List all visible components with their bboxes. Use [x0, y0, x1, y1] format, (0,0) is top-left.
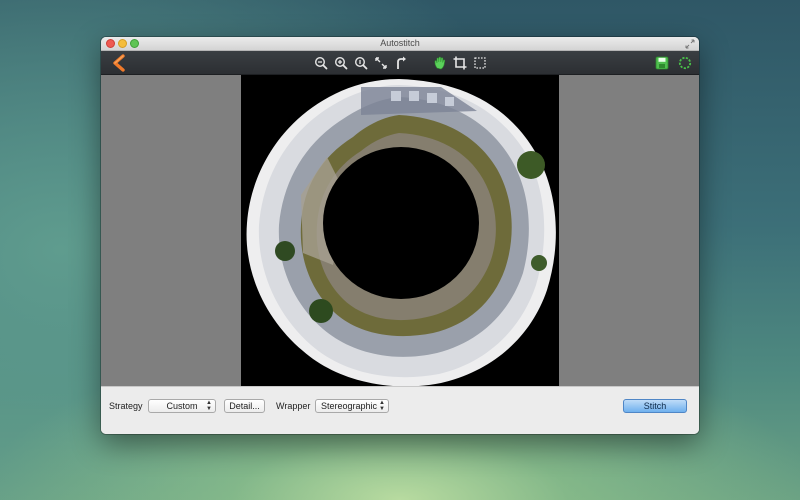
rotate-icon[interactable]	[393, 55, 409, 71]
title-bar: Autostitch	[101, 37, 699, 51]
select-arrows-icon: ▲ ▼	[206, 400, 212, 412]
back-arrow-icon[interactable]	[111, 54, 129, 72]
detail-button[interactable]: Detail...	[224, 399, 265, 413]
wrapper-select[interactable]: Stereographic ▲ ▼	[315, 399, 389, 413]
zoom-actual-icon[interactable]	[353, 55, 369, 71]
fullscreen-icon[interactable]	[685, 39, 695, 49]
stereographic-panorama-image	[246, 79, 556, 387]
strategy-select[interactable]: Custom ▲ ▼	[148, 399, 216, 413]
image-canvas[interactable]	[101, 75, 699, 424]
crop-icon[interactable]	[452, 55, 468, 71]
hand-tool-icon[interactable]	[432, 55, 448, 71]
selection-icon[interactable]	[472, 55, 488, 71]
toolbar	[101, 51, 699, 75]
select-arrows-icon: ▲ ▼	[379, 400, 385, 412]
strategy-select-value: Custom	[166, 401, 198, 411]
wrapper-label: Wrapper	[276, 401, 311, 411]
progress-ring-icon	[678, 56, 692, 70]
zoom-in-icon[interactable]	[333, 55, 349, 71]
save-icon[interactable]	[654, 55, 670, 71]
bottom-controls: Strategy Custom ▲ ▼ Detail... Wrapper Ste…	[101, 386, 699, 434]
fit-screen-icon[interactable]	[373, 55, 389, 71]
stitch-button[interactable]: Stitch	[623, 399, 687, 413]
app-window: Autostitch Strategy Custom ▲ ▼ Detail...…	[101, 37, 699, 434]
wrapper-select-value: Stereographic	[320, 401, 378, 411]
zoom-out-icon[interactable]	[313, 55, 329, 71]
strategy-label: Strategy	[109, 401, 143, 411]
window-title: Autostitch	[380, 38, 420, 48]
panorama-preview	[241, 75, 559, 387]
